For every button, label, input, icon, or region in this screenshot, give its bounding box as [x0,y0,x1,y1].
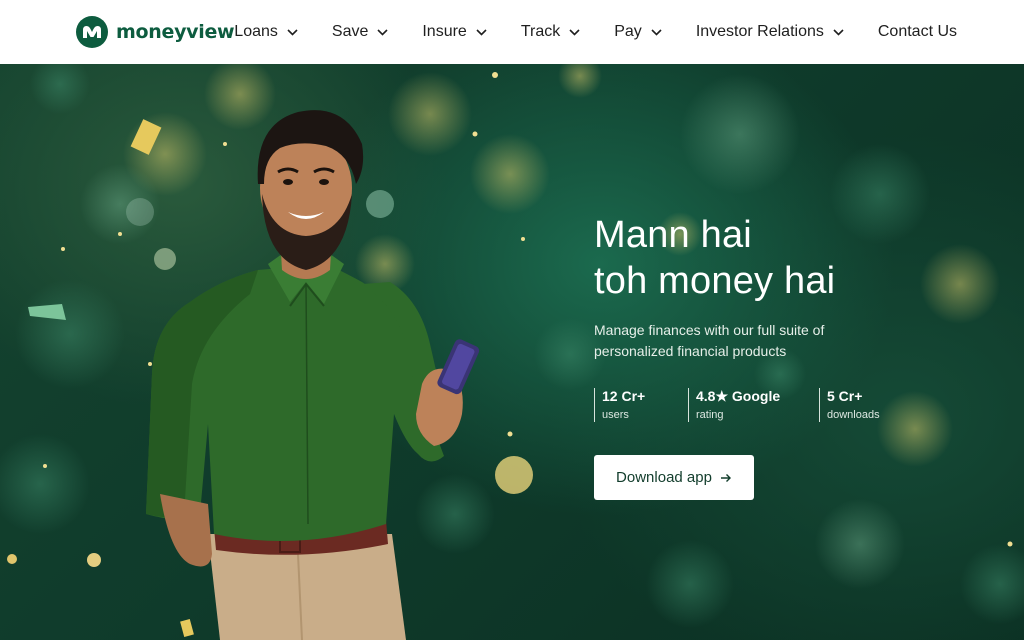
stat-label: rating [696,409,724,421]
stat-value: 4.8★ Google [696,388,781,404]
hero-content: Mann hai toh money hai Manage finances w… [594,212,974,500]
nav-item-label: Loans [234,23,278,40]
nav-item-label: Insure [422,23,467,40]
nav-item-contact-us[interactable]: Contact Us [878,23,957,41]
chevron-down-icon [377,28,388,36]
chevron-down-icon [287,28,298,36]
nav-item-label: Investor Relations [695,23,824,40]
stat-value: 5 Cr+ [827,388,863,404]
main-nav: Loans Save Insure Track Pay Investor Rel… [234,23,957,41]
stat-label: downloads [827,409,880,421]
nav-item-pay[interactable]: Pay [614,23,662,41]
moneyview-logo-icon [76,16,108,48]
nav-item-label: Save [331,23,369,40]
headline-line-2: toh money hai [594,260,836,302]
stat-value: 12 Cr+ [602,388,646,404]
person-illustration [146,110,480,640]
chevron-down-icon [833,28,844,36]
nav-item-save[interactable]: Save [332,23,388,41]
brand-name: moneyview [116,21,235,43]
nav-item-insure[interactable]: Insure [422,23,487,41]
hero-headline: Mann hai toh money hai [594,212,974,304]
chevron-down-icon [476,28,487,36]
nav-item-investor-relations[interactable]: Investor Relations [696,23,844,41]
nav-item-label: Contact Us [877,23,958,40]
site-header: moneyview Loans Save Insure Track Pay In… [0,0,1024,64]
brand-logo[interactable]: moneyview [76,16,235,48]
nav-item-label: Pay [614,23,642,40]
nav-item-loans[interactable]: Loans [234,23,298,41]
stat-rating: 4.8★ Google rating [688,388,799,422]
headline-line-1: Mann hai [594,214,752,256]
stat-label: users [602,409,629,421]
nav-item-label: Track [520,23,561,40]
chevron-down-icon [651,28,662,36]
stats-row: 12 Cr+ users 4.8★ Google rating 5 Cr+ do… [594,388,974,422]
stat-users: 12 Cr+ users [594,388,668,422]
hero-section: Mann hai toh money hai Manage finances w… [0,64,1024,640]
nav-item-track[interactable]: Track [521,23,580,41]
chevron-down-icon [569,28,580,36]
stat-downloads: 5 Cr+ downloads [819,388,880,422]
hero-subtext: Manage finances with our full suite of p… [594,322,825,359]
download-app-button[interactable]: Download app [594,455,754,500]
download-app-label: Download app [616,469,712,486]
arrow-right-icon [720,473,732,483]
